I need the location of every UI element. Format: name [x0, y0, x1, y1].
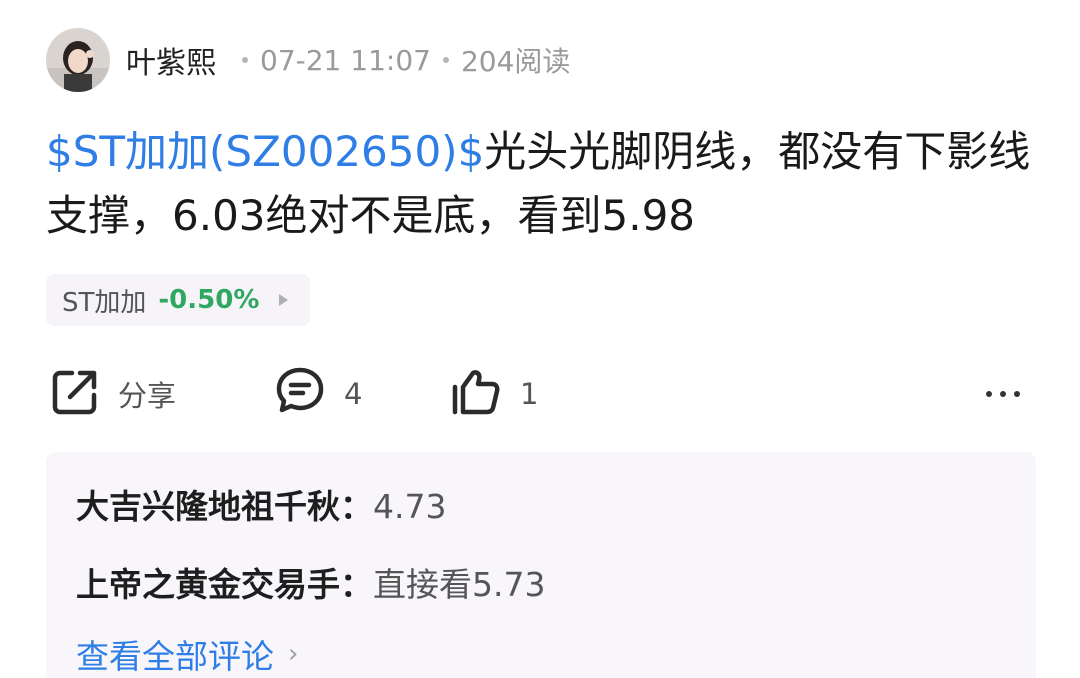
more-icon	[982, 391, 1024, 397]
post-time: 07-21 11:07	[260, 43, 431, 77]
thumbs-up-icon	[450, 367, 502, 421]
view-all-label: 查看全部评论	[76, 637, 274, 676]
comment-icon	[274, 365, 326, 423]
comment-user: 大吉兴隆地祖千秋：	[76, 487, 373, 526]
post-card: 叶紫熙 07-21 11:07 204阅读 $ST加加(SZ002650)$光头…	[0, 0, 1080, 678]
post-meta: 07-21 11:07 204阅读	[230, 40, 570, 80]
share-button[interactable]: 分享	[50, 364, 176, 424]
chevron-right-icon: ›	[288, 639, 299, 669]
comment-item[interactable]: 大吉兴隆地祖千秋：4.73	[76, 480, 446, 528]
stock-link[interactable]: $ST加加(SZ002650)$	[46, 127, 484, 176]
comment-item[interactable]: 上帝之黄金交易手：直接看5.73	[76, 558, 545, 606]
author-name[interactable]: 叶紫熙	[126, 38, 216, 82]
comment-user: 上帝之黄金交易手：	[76, 565, 373, 604]
stock-chip-name: ST加加	[62, 287, 147, 318]
like-button[interactable]: 1	[450, 364, 538, 424]
separator-dot	[242, 57, 248, 63]
more-options-button[interactable]	[982, 364, 1024, 424]
stock-chip-change: -0.50%	[158, 285, 260, 315]
share-label: 分享	[118, 379, 177, 413]
read-count: 204阅读	[460, 45, 571, 78]
separator-dot	[442, 57, 449, 63]
avatar[interactable]	[46, 28, 110, 92]
action-bar: 分享 4 1	[46, 364, 1036, 424]
share-icon	[50, 367, 100, 421]
comment-text: 4.73	[373, 487, 447, 526]
comment-count: 4	[344, 377, 363, 411]
like-count: 1	[520, 377, 539, 411]
view-all-comments-link[interactable]: 查看全部评论 ›	[76, 630, 298, 678]
stock-chip[interactable]: ST加加 -0.50%	[46, 274, 311, 326]
comment-text: 直接看5.73	[373, 565, 546, 604]
comments-preview: 大吉兴隆地祖千秋：4.73 上帝之黄金交易手：直接看5.73 查看全部评论 ›	[46, 452, 1036, 678]
play-arrow-icon	[279, 294, 289, 306]
post-content: $ST加加(SZ002650)$光头光脚阴线，都没有下影线支撑，6.03绝对不是…	[46, 120, 1036, 248]
comment-button[interactable]: 4	[274, 364, 362, 424]
post-header: 叶紫熙 07-21 11:07 204阅读	[46, 28, 570, 92]
